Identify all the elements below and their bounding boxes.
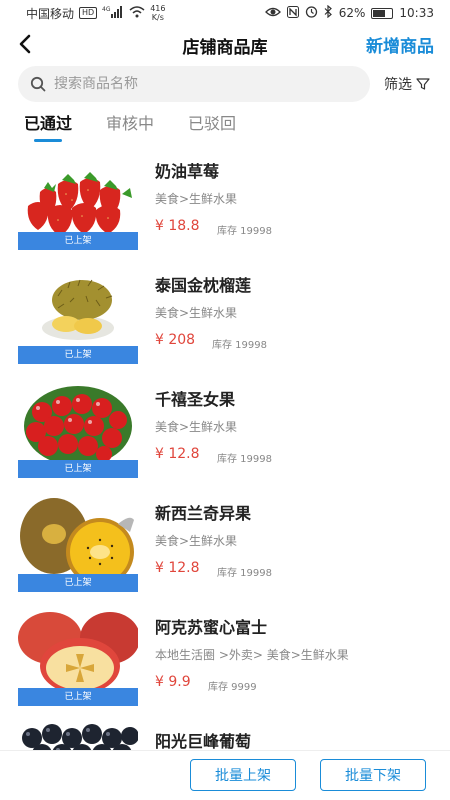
- tab-approved[interactable]: 已通过: [24, 110, 72, 142]
- product-item[interactable]: 已上架 泰国金枕榴莲 美食>生鲜水果 ¥ 208 库存 19998: [0, 264, 450, 378]
- status-tabs: 已通过 审核中 已驳回: [24, 110, 236, 142]
- product-category: 本地生活圈 >外卖> 美食>生鲜水果: [155, 648, 349, 662]
- status-tag: 已上架: [18, 232, 138, 250]
- product-price: ¥ 18.8: [155, 218, 200, 234]
- back-arrow-icon: [19, 34, 31, 54]
- header: 店铺商品库 新增商品: [0, 28, 450, 60]
- nfc-icon: [286, 5, 299, 21]
- search-input[interactable]: [54, 76, 344, 92]
- eye-icon: [264, 6, 281, 21]
- status-right: 62% 10:33: [264, 4, 434, 21]
- net-speed: 416 K/s: [150, 4, 165, 22]
- product-name: 千禧圣女果: [155, 390, 236, 409]
- status-tag: 已上架: [18, 346, 138, 364]
- product-thumbnail: 已上架: [18, 268, 138, 364]
- grape-image: [18, 724, 138, 750]
- product-list: 已上架 奶油草莓 美食>生鲜水果 ¥ 18.8 库存 19998 已上架 泰国金…: [0, 150, 450, 750]
- filter-label: 筛选: [384, 77, 412, 93]
- search-row: 筛选: [18, 66, 438, 102]
- net-speed-unit: K/s: [151, 13, 164, 22]
- product-stock: 库存 19998: [217, 226, 272, 237]
- filter-button[interactable]: 筛选: [384, 74, 430, 94]
- tab-under-review[interactable]: 审核中: [106, 110, 154, 142]
- product-thumbnail: 已上架: [18, 610, 138, 706]
- status-bar: 中国移动 HD 4G 416 K/s 62% 10:33: [0, 0, 450, 26]
- alarm-icon: [305, 5, 318, 21]
- product-stock: 库存 9999: [208, 682, 257, 693]
- product-item[interactable]: 阳光巨峰葡萄: [0, 720, 450, 750]
- search-icon: [30, 76, 46, 92]
- product-name: 新西兰奇异果: [155, 504, 252, 523]
- product-price: ¥ 12.8: [155, 560, 200, 576]
- product-item[interactable]: 已上架 阿克苏蜜心富士 本地生活圈 >外卖> 美食>生鲜水果 ¥ 9.9 库存 …: [0, 606, 450, 720]
- product-name: 阿克苏蜜心富士: [155, 618, 268, 637]
- bluetooth-icon: [324, 4, 333, 21]
- product-thumbnail: [18, 724, 138, 750]
- bulk-list-button[interactable]: 批量上架: [190, 759, 296, 791]
- carrier-label: 中国移动: [26, 6, 75, 21]
- product-item[interactable]: 已上架 千禧圣女果 美食>生鲜水果 ¥ 12.8 库存 19998: [0, 378, 450, 492]
- product-price: ¥ 12.8: [155, 446, 200, 462]
- product-price: ¥ 9.9: [155, 674, 191, 690]
- product-stock: 库存 19998: [217, 568, 272, 579]
- clock-time: 10:33: [399, 6, 434, 20]
- wifi-icon: [129, 5, 145, 21]
- back-button[interactable]: [14, 32, 38, 56]
- bulk-delist-button[interactable]: 批量下架: [320, 759, 426, 791]
- status-tag: 已上架: [18, 574, 138, 592]
- search-box[interactable]: [18, 66, 370, 102]
- product-stock: 库存 19998: [217, 454, 272, 465]
- product-name: 泰国金枕榴莲: [155, 276, 252, 295]
- product-name: 奶油草莓: [155, 162, 220, 181]
- product-category: 美食>生鲜水果: [155, 192, 238, 206]
- product-price: ¥ 208: [155, 332, 196, 348]
- tab-rejected[interactable]: 已驳回: [188, 110, 236, 142]
- product-category: 美食>生鲜水果: [155, 420, 238, 434]
- product-name: 阳光巨峰葡萄: [155, 732, 252, 750]
- battery-level-fill: [373, 9, 385, 17]
- status-left: 中国移动 HD 4G 416 K/s: [26, 4, 165, 22]
- product-category: 美食>生鲜水果: [155, 534, 238, 548]
- hd-badge: HD: [79, 7, 98, 19]
- net-type-label: 4G: [102, 6, 111, 13]
- product-thumbnail: 已上架: [18, 382, 138, 478]
- bottom-action-bar: 批量上架 批量下架: [0, 750, 450, 800]
- product-category: 美食>生鲜水果: [155, 306, 238, 320]
- product-item[interactable]: 已上架 新西兰奇异果 美食>生鲜水果 ¥ 12.8 库存 19998: [0, 492, 450, 606]
- battery-icon: [371, 7, 394, 19]
- filter-icon: [416, 78, 430, 90]
- net-speed-value: 416: [150, 4, 166, 13]
- status-tag: 已上架: [18, 688, 138, 706]
- signal-icon: 4G: [102, 5, 124, 21]
- product-item[interactable]: 已上架 奶油草莓 美食>生鲜水果 ¥ 18.8 库存 19998: [0, 150, 450, 264]
- add-product-button[interactable]: 新增商品: [366, 32, 434, 57]
- product-stock: 库存 19998: [212, 340, 267, 351]
- battery-percent: 62%: [338, 6, 366, 20]
- product-thumbnail: 已上架: [18, 496, 138, 592]
- product-thumbnail: 已上架: [18, 154, 138, 250]
- status-tag: 已上架: [18, 460, 138, 478]
